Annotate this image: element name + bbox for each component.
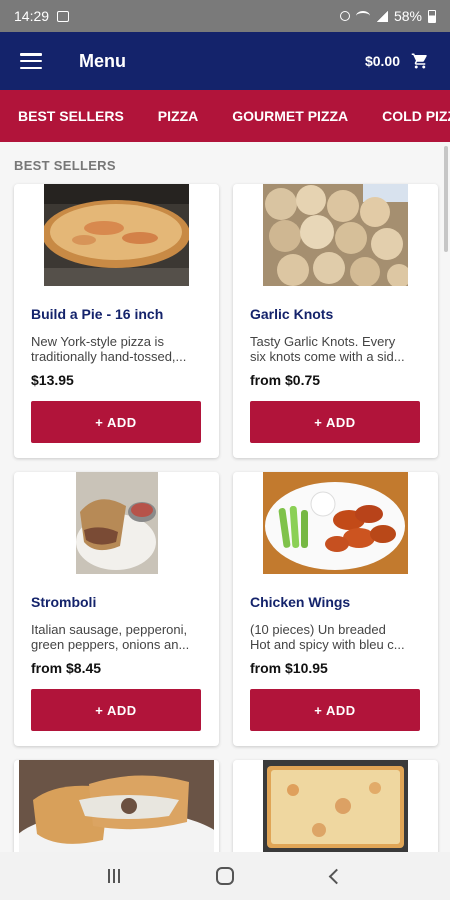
item-description: Tasty Garlic Knots. Every six knots come… <box>250 334 405 364</box>
cart-total: $0.00 <box>364 53 400 69</box>
signal-icon <box>375 10 388 22</box>
tab-gourmet-pizza[interactable]: GOURMET PIZZA <box>215 108 365 124</box>
item-description: (10 pieces) Un breaded Hot and spicy wit… <box>250 622 405 652</box>
item-price: $13.95 <box>31 372 74 388</box>
item-name: Build a Pie - 16 inch <box>31 306 164 322</box>
add-button[interactable]: + ADD <box>31 401 201 443</box>
status-bar: 14:29 58% <box>0 0 450 32</box>
add-button[interactable]: + ADD <box>250 689 420 731</box>
gallery-icon <box>57 10 70 22</box>
pizza-image <box>44 184 189 286</box>
item-name: Stromboli <box>31 594 97 610</box>
item-description: New York-style pizza is traditionally ha… <box>31 334 187 364</box>
system-nav-bar <box>0 852 450 900</box>
add-button[interactable]: + ADD <box>31 689 201 731</box>
shopping-cart-icon <box>411 53 427 69</box>
garlic-knots-image <box>263 184 408 286</box>
menu-item-card[interactable] <box>14 760 219 852</box>
add-button[interactable]: + ADD <box>250 401 420 443</box>
item-name: Chicken Wings <box>250 594 351 610</box>
hamburger-menu-icon[interactable] <box>20 53 42 69</box>
scrollbar[interactable] <box>444 146 448 252</box>
tab-best-sellers[interactable]: BEST SELLERS <box>0 108 141 124</box>
recent-apps-button[interactable] <box>108 869 121 883</box>
menu-item-card[interactable]: Build a Pie - 16 inch New York-style piz… <box>14 184 219 458</box>
chicken-wings-image <box>263 472 408 574</box>
home-button[interactable] <box>216 867 235 885</box>
sub-sandwich-image <box>19 760 214 852</box>
battery-percent: 58% <box>393 8 422 24</box>
square-pizza-image <box>263 760 408 852</box>
page-title: Menu <box>79 50 126 71</box>
tab-cold-pizza[interactable]: COLD PIZZA <box>365 108 450 124</box>
alarm-icon <box>339 11 350 21</box>
battery-icon <box>428 9 436 23</box>
stromboli-image <box>75 472 158 574</box>
menu-item-card[interactable] <box>233 760 438 852</box>
menu-item-card[interactable]: Chicken Wings (10 pieces) Un breaded Hot… <box>233 472 438 746</box>
item-name: Garlic Knots <box>250 306 334 322</box>
menu-item-card[interactable]: Garlic Knots Tasty Garlic Knots. Every s… <box>233 184 438 458</box>
menu-item-card[interactable]: Stromboli Italian sausage, pepperoni, gr… <box>14 472 219 746</box>
category-tabs: BEST SELLERS PIZZA GOURMET PIZZA COLD PI… <box>0 90 450 142</box>
item-price: from $10.95 <box>250 660 328 676</box>
wifi-icon <box>355 11 370 21</box>
item-description: Italian sausage, pepperoni, green pepper… <box>31 622 190 652</box>
back-button[interactable] <box>328 868 345 884</box>
app-bar: Menu $0.00 <box>0 32 450 90</box>
item-price: from $0.75 <box>250 372 321 388</box>
section-title: BEST SELLERS <box>14 158 116 173</box>
item-price: from $8.45 <box>31 660 102 676</box>
menu-content[interactable]: BEST SELLERS Build a Pie - 16 inch New Y… <box>0 142 450 852</box>
cart-button[interactable]: $0.00 <box>365 52 430 70</box>
status-time: 14:29 <box>14 8 50 24</box>
tab-pizza[interactable]: PIZZA <box>141 108 215 124</box>
